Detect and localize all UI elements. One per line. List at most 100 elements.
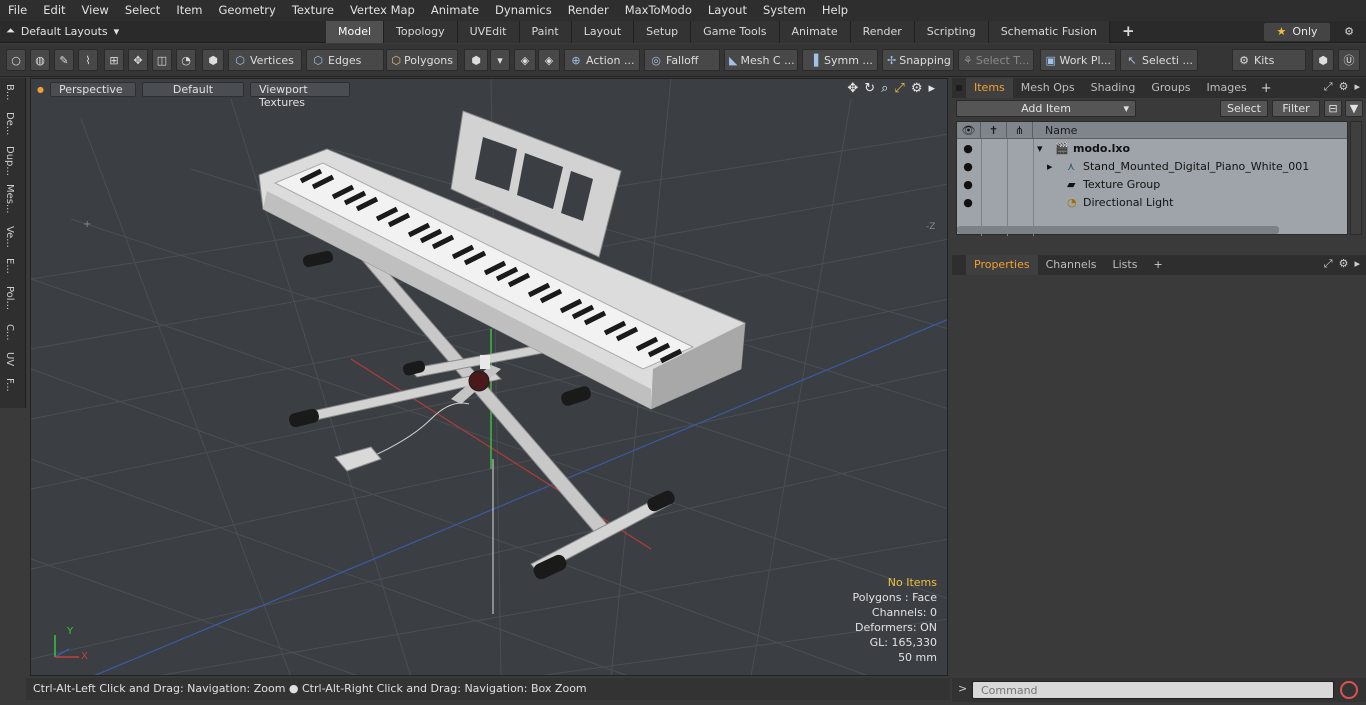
- strip-tab-edge[interactable]: E...: [4, 258, 15, 274]
- collapse-icon[interactable]: ⊟: [1324, 100, 1342, 117]
- tree-vertical-scrollbar[interactable]: [1350, 121, 1362, 235]
- tab-animate[interactable]: Animate: [779, 21, 851, 43]
- properties-arrow-icon[interactable]: ▸: [1354, 257, 1360, 271]
- add-item-dropdown[interactable]: Add Item ▾: [956, 100, 1136, 117]
- filter-button[interactable]: Filter: [1272, 100, 1320, 117]
- menu-file[interactable]: File: [0, 0, 35, 21]
- transform-icon[interactable]: ⊞: [104, 49, 124, 71]
- record-macro-icon[interactable]: [1340, 681, 1358, 699]
- tab-paint[interactable]: Paint: [519, 21, 572, 43]
- panel-arrow-icon[interactable]: ▸: [1354, 80, 1360, 94]
- expand-icon[interactable]: ⤢: [1324, 80, 1333, 94]
- shading-default-button[interactable]: Default: [141, 81, 244, 97]
- eye-icon[interactable]: ●: [957, 158, 979, 176]
- menu-edit[interactable]: Edit: [35, 0, 73, 21]
- tab-shading[interactable]: Shading: [1083, 78, 1144, 98]
- tree-row-scene[interactable]: ● ▾ 🎬 modo.lxo: [957, 140, 1347, 158]
- tab-model[interactable]: Model: [326, 21, 385, 43]
- add-panel-tab-button[interactable]: +: [1255, 81, 1278, 96]
- properties-menu-icon[interactable]: [952, 255, 966, 275]
- item-mode-icon[interactable]: ⬢: [202, 49, 224, 71]
- command-input[interactable]: [972, 681, 1334, 699]
- menu-dynamics[interactable]: Dynamics: [487, 0, 560, 21]
- tab-groups[interactable]: Groups: [1143, 78, 1198, 98]
- menu-view[interactable]: View: [74, 0, 117, 21]
- properties-expand-icon[interactable]: ⤢: [1324, 257, 1333, 271]
- eye-icon[interactable]: ●: [957, 140, 979, 158]
- material-icon[interactable]: ⬢: [464, 49, 488, 71]
- edges-button[interactable]: ⬡ Edges: [306, 49, 384, 71]
- menu-texture[interactable]: Texture: [284, 0, 342, 21]
- gear-icon[interactable]: ⚙: [1340, 23, 1358, 41]
- rotate-icon[interactable]: ◔: [176, 49, 196, 71]
- view-perspective-button[interactable]: Perspective: [49, 81, 136, 97]
- name-column-header[interactable]: Name: [1033, 122, 1349, 139]
- 3d-viewport[interactable]: + -Z Y X ● Perspective Default Viewport …: [30, 78, 948, 676]
- viewport-textures-button[interactable]: Viewport Textures: [249, 81, 350, 109]
- panel-gear-icon[interactable]: ⚙: [1339, 80, 1349, 94]
- tab-images[interactable]: Images: [1199, 78, 1255, 98]
- add-properties-tab-button[interactable]: +: [1145, 255, 1170, 275]
- strip-tab-mesh-edit[interactable]: Mes...: [4, 184, 15, 214]
- tab-topology[interactable]: Topology: [384, 21, 458, 43]
- eye-icon[interactable]: ●: [957, 176, 979, 194]
- layouts-dropdown[interactable]: ⏶ Default Layouts ▾: [6, 24, 119, 38]
- shield-2-icon[interactable]: ◈: [538, 49, 560, 71]
- strip-tab-vertex[interactable]: Ve...: [4, 226, 15, 248]
- menu-geometry[interactable]: Geometry: [211, 0, 284, 21]
- menu-item[interactable]: Item: [168, 0, 210, 21]
- orbit-icon[interactable]: ↻: [864, 81, 875, 96]
- panel-menu-icon[interactable]: [952, 78, 966, 98]
- vertices-button[interactable]: ⬡ Vertices: [228, 49, 302, 71]
- dropdown-chevron-icon[interactable]: ▾: [490, 49, 510, 71]
- tree-row-light[interactable]: ● ◔ Directional Light: [957, 194, 1347, 212]
- shield-icon[interactable]: ◈: [514, 49, 536, 71]
- only-button[interactable]: ★ Only: [1264, 23, 1330, 41]
- unreal-icon[interactable]: Ⓤ: [1338, 49, 1360, 71]
- mesh-constraint-button[interactable]: ◣ Mesh C ...: [724, 49, 798, 71]
- tab-channels[interactable]: Channels: [1038, 255, 1105, 275]
- strip-tab-curve[interactable]: C...: [4, 324, 15, 341]
- tab-properties[interactable]: Properties: [966, 255, 1038, 275]
- select-button[interactable]: Select: [1220, 100, 1268, 117]
- move-icon[interactable]: ✥: [128, 49, 148, 71]
- maximize-icon[interactable]: ⤢: [894, 81, 904, 96]
- strip-tab-uv[interactable]: UV: [4, 352, 15, 366]
- tab-mesh-ops[interactable]: Mesh Ops: [1013, 78, 1083, 98]
- tab-game-tools[interactable]: Game Tools: [691, 21, 780, 43]
- eye-icon[interactable]: ●: [957, 194, 979, 212]
- action-center-button[interactable]: ⊕ Action ...: [564, 49, 640, 71]
- select-through-button[interactable]: ⚘ Select T...: [958, 49, 1034, 71]
- tree-horizontal-scrollbar[interactable]: [957, 226, 1279, 234]
- viewport-gear-icon[interactable]: ⚙: [911, 81, 923, 96]
- zoom-icon[interactable]: ⌕: [881, 81, 888, 96]
- viewport-menu-dot-icon[interactable]: ●: [37, 85, 44, 94]
- menu-layout[interactable]: Layout: [700, 0, 755, 21]
- unity-icon[interactable]: ⬢: [1312, 49, 1334, 71]
- strip-tab-deform[interactable]: De...: [4, 112, 15, 135]
- circle-select-icon[interactable]: ○: [6, 49, 26, 71]
- tab-setup[interactable]: Setup: [634, 21, 692, 43]
- menu-select[interactable]: Select: [117, 0, 168, 21]
- tab-items[interactable]: Items: [966, 78, 1013, 98]
- snapping-button[interactable]: ✢ Snapping: [882, 49, 954, 71]
- funnel-icon[interactable]: ▼: [1345, 100, 1363, 117]
- strip-tab-basic[interactable]: B...: [4, 84, 15, 100]
- menu-render[interactable]: Render: [560, 0, 617, 21]
- pan-icon[interactable]: ✥: [847, 81, 858, 96]
- kits-button[interactable]: ⚙ Kits: [1232, 49, 1306, 71]
- scale-icon[interactable]: ◫: [152, 49, 172, 71]
- play-arrow-icon[interactable]: ▸: [928, 81, 935, 96]
- strip-tab-duplicate[interactable]: Dup...: [4, 146, 15, 176]
- selection-sets-button[interactable]: ↖ Selecti ...: [1120, 49, 1198, 71]
- lock-header-icon[interactable]: ✝: [981, 122, 1007, 139]
- menu-system[interactable]: System: [755, 0, 814, 21]
- tree-row-texture-group[interactable]: ● ▰ Texture Group: [957, 176, 1347, 194]
- properties-gear-icon[interactable]: ⚙: [1339, 257, 1349, 271]
- strip-tab-polygon[interactable]: Pol...: [4, 286, 15, 310]
- visibility-header-icon[interactable]: 👁: [957, 122, 981, 139]
- work-plane-button[interactable]: ▣ Work Pl...: [1040, 49, 1116, 71]
- tab-layout[interactable]: Layout: [571, 21, 635, 43]
- type-header-icon[interactable]: ⋔: [1007, 122, 1033, 139]
- tree-row-mesh[interactable]: ● ▸ ⋏ Stand_Mounted_Digital_Piano_White_…: [957, 158, 1347, 176]
